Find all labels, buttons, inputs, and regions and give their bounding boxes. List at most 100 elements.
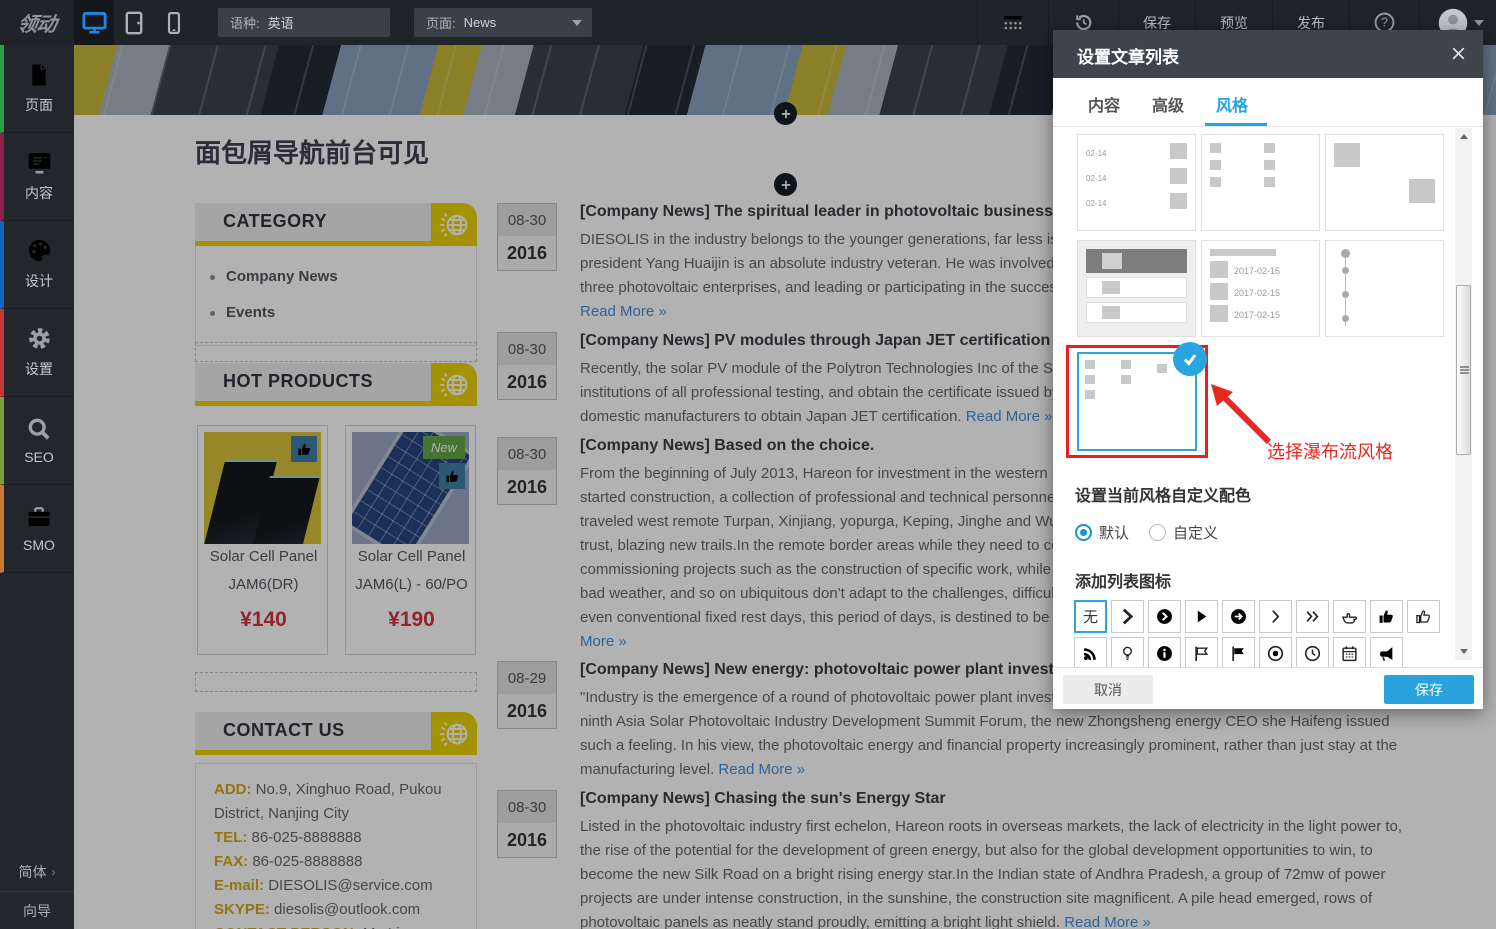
check-icon [1181,350,1199,368]
hand-o-right-icon-option[interactable] [1333,600,1366,633]
rss-icon-option[interactable] [1074,637,1107,670]
radio-default-color[interactable]: 默认 [1075,522,1129,543]
sidebar-item-seo[interactable]: SEO [0,397,74,485]
chevron-right-icon-option[interactable] [1111,600,1144,633]
close-button[interactable] [1450,45,1467,62]
mobile-view-button[interactable] [154,0,194,45]
arrow-circle-right-icon [1230,608,1247,625]
icon-grid: 无 [1074,600,1446,670]
info-circle-icon [1156,645,1173,662]
style-thumb-image-date[interactable]: 2017-02-15 2017-02-15 2017-02-15 [1201,240,1320,337]
language-select[interactable]: 语种: 英语 [218,8,390,37]
language-variant-label: 简体 [19,862,47,882]
sidebar-item-label: SMO [23,537,55,553]
dot-circle-o-icon [1267,645,1284,662]
thumbs-up-icon-option[interactable] [1370,600,1403,633]
radio-selected-icon [1075,524,1092,541]
dialog-tabs: 内容 高级 风格 [1053,78,1483,127]
flag-o-icon-option[interactable] [1185,637,1218,670]
radio-default-label: 默认 [1099,522,1129,543]
bullhorn-icon-option[interactable] [1370,637,1403,670]
thumbs-o-up-icon-option[interactable] [1407,600,1440,633]
tablet-view-button[interactable] [114,0,154,45]
flag-icon [1230,645,1247,662]
chevron-circle-right-icon [1156,608,1173,625]
thumbs-up-icon [1378,608,1395,625]
thumbs-o-up-icon [1415,608,1432,625]
panel-scrollbar[interactable] [1455,128,1472,660]
scroll-down-arrow[interactable] [1455,643,1472,660]
selected-check-badge [1173,342,1207,376]
gear-icon [27,326,52,351]
calendar-icon-option[interactable] [1333,637,1366,670]
apps-grid-icon [1002,12,1024,34]
play-icon [1193,608,1210,625]
caret-down-icon [1474,20,1484,26]
article-list-settings-dialog: 设置文章列表 内容 高级 风格 02-14 02-14 02-14 [1053,30,1483,709]
cancel-button[interactable]: 取消 [1063,675,1153,704]
dot-circle-o-icon-option[interactable] [1259,637,1292,670]
flag-icon-option[interactable] [1222,637,1255,670]
angle-double-right-icon-option[interactable] [1296,600,1329,633]
language-variant-switch[interactable]: 简体 › [0,853,74,891]
search-icon [27,417,51,441]
angle-double-right-icon [1304,608,1321,625]
chevron-right-icon: › [52,865,56,879]
dialog-header: 设置文章列表 [1053,30,1483,78]
sidebar-item-label: 设置 [25,359,53,379]
sidebar-item-label: 设计 [25,271,53,291]
sidebar-item-pages[interactable]: 页面 [0,45,74,133]
style-thumb-cards[interactable] [1077,240,1196,337]
arrow-circle-right-icon-option[interactable] [1222,600,1255,633]
scrollbar-thumb[interactable] [1456,285,1471,455]
active-tab-underline [1205,123,1267,126]
left-sidebar: 页面 内容 设计 设置 SEO SMO 简体 › 向导 [0,45,74,929]
none-icon-option[interactable]: 无 [1074,600,1107,633]
icon-section-heading: 添加列表图标 [1075,568,1171,592]
angle-right-icon-option[interactable] [1259,600,1292,633]
wizard-button[interactable]: 向导 [0,891,74,929]
tablet-icon [122,11,146,35]
clock-o-icon [1304,645,1321,662]
monitor-icon [82,10,107,35]
chevron-down-icon [572,20,582,26]
style-thumb-date-list[interactable]: 02-14 02-14 02-14 [1077,134,1196,231]
page-value: News [464,15,497,30]
info-circle-icon-option[interactable] [1148,637,1181,670]
annotation-highlight-box [1066,345,1208,458]
lightbulb-o-icon-option[interactable] [1111,637,1144,670]
page-label: 页面: [426,13,456,32]
flag-o-icon [1193,645,1210,662]
save-button[interactable]: 保存 [1384,675,1474,704]
briefcase-icon [27,505,51,529]
style-thumb-timeline[interactable] [1325,240,1444,337]
tab-content[interactable]: 内容 [1088,92,1120,116]
wizard-label: 向导 [23,901,51,921]
tab-style[interactable]: 风格 [1216,92,1248,116]
lightbulb-o-icon [1119,645,1136,662]
play-icon-option[interactable] [1185,600,1218,633]
sidebar-item-design[interactable]: 设计 [0,221,74,309]
annotation-text: 选择瀑布流风格 [1267,438,1393,464]
tab-advanced[interactable]: 高级 [1152,92,1184,116]
language-label: 语种: [230,13,260,32]
chevron-right-icon [1119,608,1136,625]
sidebar-item-content[interactable]: 内容 [0,133,74,221]
device-switcher [74,0,194,45]
style-thumb-image-alternating[interactable] [1325,134,1444,231]
clock-o-icon-option[interactable] [1296,637,1329,670]
style-thumb-two-column[interactable] [1201,134,1320,231]
chevron-circle-right-icon-option[interactable] [1148,600,1181,633]
style-thumb-waterfall-selected[interactable] [1077,352,1197,451]
radio-custom-color[interactable]: 自定义 [1149,522,1218,543]
app-logo[interactable]: 领动 [0,0,77,45]
language-value: 英语 [268,13,294,32]
modules-grid-button[interactable] [977,0,1048,45]
page-select[interactable]: 页面: News [414,8,592,37]
sidebar-item-smo[interactable]: SMO [0,485,74,573]
desktop-view-button[interactable] [74,0,114,45]
angle-right-icon [1267,608,1284,625]
scroll-up-arrow[interactable] [1455,128,1472,145]
bullhorn-icon [1378,645,1395,662]
sidebar-item-settings[interactable]: 设置 [0,309,74,397]
